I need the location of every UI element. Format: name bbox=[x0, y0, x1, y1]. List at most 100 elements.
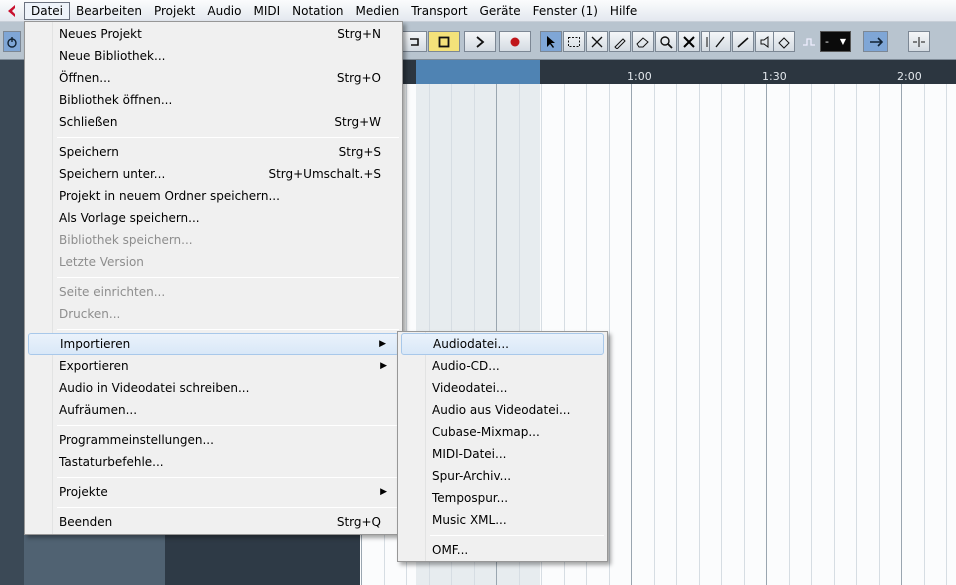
draw-icon[interactable] bbox=[709, 31, 731, 52]
menu-item-neue-bibliothek[interactable]: Neue Bibliothek... bbox=[28, 45, 399, 67]
erase-icon[interactable] bbox=[632, 31, 654, 52]
menu-item-label: Bibliothek öffnen... bbox=[59, 93, 173, 107]
submenu-item-audio-cd[interactable]: Audio-CD... bbox=[401, 355, 604, 377]
range-select-icon[interactable] bbox=[563, 31, 585, 52]
menu-item-beenden[interactable]: Beenden Strg+Q bbox=[28, 511, 399, 533]
menu-item-als-vorlage[interactable]: Als Vorlage speichern... bbox=[28, 207, 399, 229]
stop-icon[interactable] bbox=[428, 31, 460, 52]
menu-separator bbox=[57, 329, 399, 330]
grid-line bbox=[766, 84, 767, 585]
menu-item-projekte[interactable]: Projekte ▶ bbox=[28, 481, 399, 503]
submenu-item-videodatei[interactable]: Videodatei... bbox=[401, 377, 604, 399]
color-tool-icon[interactable] bbox=[773, 31, 795, 52]
menu-geraete[interactable]: Geräte bbox=[474, 2, 527, 20]
menu-item-seite-einrichten: Seite einrichten... bbox=[28, 281, 399, 303]
menu-item-neues-projekt[interactable]: Neues Projekt Strg+N bbox=[28, 23, 399, 45]
menu-item-aufraeumen[interactable]: Aufräumen... bbox=[28, 399, 399, 421]
split-icon[interactable] bbox=[586, 31, 608, 52]
object-select-icon[interactable] bbox=[540, 31, 562, 52]
menu-item-bibliothek-speichern: Bibliothek speichern... bbox=[28, 229, 399, 251]
power-icon[interactable] bbox=[3, 31, 21, 52]
menu-item-label: Audio-CD... bbox=[432, 359, 500, 373]
snap-icon[interactable] bbox=[799, 31, 819, 52]
grid-line bbox=[879, 84, 880, 585]
menu-item-audio-in-videodatei[interactable]: Audio in Videodatei schreiben... bbox=[28, 377, 399, 399]
grid-line bbox=[789, 84, 790, 585]
submenu-item-audio-aus-videodatei[interactable]: Audio aus Videodatei... bbox=[401, 399, 604, 421]
datei-menu: Neues Projekt Strg+N Neue Bibliothek... Ö… bbox=[24, 21, 403, 535]
menu-item-label: Audio aus Videodatei... bbox=[432, 403, 571, 417]
menu-item-label: Tastaturbefehle... bbox=[59, 455, 164, 469]
menu-item-speichern[interactable]: Speichern Strg+S bbox=[28, 141, 399, 163]
menu-medien[interactable]: Medien bbox=[350, 2, 406, 20]
menu-item-label: OMF... bbox=[432, 543, 469, 557]
quantize-value: - bbox=[825, 35, 829, 48]
menu-item-label: Tempospur... bbox=[432, 491, 509, 505]
menu-transport[interactable]: Transport bbox=[405, 2, 473, 20]
submenu-item-omf[interactable]: OMF... bbox=[401, 539, 604, 561]
menu-item-label: Projekte bbox=[59, 485, 108, 499]
menu-item-speichern-unter[interactable]: Speichern unter... Strg+Umschalt.+S bbox=[28, 163, 399, 185]
cycle-range[interactable] bbox=[416, 60, 540, 84]
grid-line bbox=[699, 84, 700, 585]
menu-item-label: Exportieren bbox=[59, 359, 129, 373]
menu-datei[interactable]: Datei bbox=[24, 1, 71, 20]
line-icon[interactable] bbox=[732, 31, 754, 52]
grid-line bbox=[609, 84, 610, 585]
menu-separator bbox=[57, 137, 399, 138]
submenu-item-midi-datei[interactable]: MIDI-Datei... bbox=[401, 443, 604, 465]
menu-item-shortcut: Strg+Umschalt.+S bbox=[268, 167, 381, 181]
menu-item-shortcut: Strg+Q bbox=[336, 515, 381, 529]
submenu-item-cubase-mixmap[interactable]: Cubase-Mixmap... bbox=[401, 421, 604, 443]
record-icon[interactable] bbox=[499, 31, 531, 52]
menu-item-bibliothek-oeffnen[interactable]: Bibliothek öffnen... bbox=[28, 89, 399, 111]
submenu-item-music-xml[interactable]: Music XML... bbox=[401, 509, 604, 531]
menu-item-oeffnen[interactable]: Öffnen... Strg+O bbox=[28, 67, 399, 89]
cubase-logo-icon[interactable] bbox=[0, 0, 24, 22]
menu-item-tastaturbefehle[interactable]: Tastaturbefehle... bbox=[28, 451, 399, 473]
menu-item-label: Speichern unter... bbox=[59, 167, 166, 181]
quantize-dropdown[interactable]: - ▼ bbox=[820, 31, 851, 52]
submenu-item-tempospur[interactable]: Tempospur... bbox=[401, 487, 604, 509]
menu-item-drucken: Drucken... bbox=[28, 303, 399, 325]
menu-item-exportieren[interactable]: Exportieren ▶ bbox=[28, 355, 399, 377]
menu-notation[interactable]: Notation bbox=[286, 2, 349, 20]
menu-separator bbox=[430, 535, 604, 536]
menu-item-label: Beenden bbox=[59, 515, 113, 529]
submenu-arrow-icon: ▶ bbox=[380, 487, 387, 497]
menu-hilfe[interactable]: Hilfe bbox=[604, 2, 643, 20]
menu-item-label: Neue Bibliothek... bbox=[59, 49, 166, 63]
menu-item-label: Neues Projekt bbox=[59, 27, 142, 41]
menu-item-label: Videodatei... bbox=[432, 381, 508, 395]
glue-icon[interactable] bbox=[609, 31, 631, 52]
mute-icon[interactable] bbox=[678, 31, 700, 52]
menu-projekt[interactable]: Projekt bbox=[148, 2, 201, 20]
play-icon[interactable] bbox=[464, 31, 496, 52]
menu-separator bbox=[57, 425, 399, 426]
menu-item-label: Audio in Videodatei schreiben... bbox=[59, 381, 250, 395]
quantize-icon[interactable] bbox=[863, 31, 888, 52]
cycle-icon[interactable] bbox=[400, 31, 427, 52]
grid-line bbox=[924, 84, 925, 585]
menu-audio[interactable]: Audio bbox=[201, 2, 247, 20]
menu-item-shortcut: Strg+S bbox=[338, 145, 381, 159]
menu-item-projekt-neuer-ordner[interactable]: Projekt in neuem Ordner speichern... bbox=[28, 185, 399, 207]
zoom-horizontal-icon[interactable] bbox=[908, 31, 930, 52]
menu-item-shortcut: Strg+O bbox=[336, 71, 381, 85]
submenu-item-audiodatei[interactable]: Audiodatei... bbox=[401, 333, 604, 355]
menu-item-label: Letzte Version bbox=[59, 255, 144, 269]
menu-item-importieren[interactable]: Importieren ▶ bbox=[28, 333, 399, 355]
menu-item-label: Importieren bbox=[60, 337, 131, 351]
menu-item-label: MIDI-Datei... bbox=[432, 447, 507, 461]
menu-item-schliessen[interactable]: Schließen Strg+W bbox=[28, 111, 399, 133]
menu-midi[interactable]: MIDI bbox=[247, 2, 286, 20]
menu-item-label: Music XML... bbox=[432, 513, 507, 527]
menu-item-programmeinstellungen[interactable]: Programmeinstellungen... bbox=[28, 429, 399, 451]
grid-line bbox=[834, 84, 835, 585]
submenu-item-spur-archiv[interactable]: Spur-Archiv... bbox=[401, 465, 604, 487]
zoom-icon[interactable] bbox=[655, 31, 677, 52]
menu-item-label: Schließen bbox=[59, 115, 118, 129]
submenu-arrow-icon: ▶ bbox=[379, 339, 386, 349]
menu-fenster[interactable]: Fenster (1) bbox=[527, 2, 604, 20]
menu-bearbeiten[interactable]: Bearbeiten bbox=[70, 2, 148, 20]
